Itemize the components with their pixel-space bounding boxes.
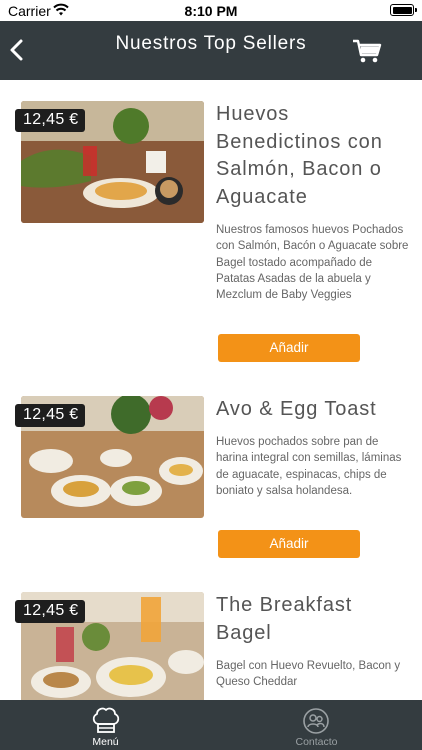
product-card: 12,45 € Avo & Egg Toast Huevos pochados … [0, 375, 422, 571]
product-card: 12,45 € The Breakfast Bagel Bagel con Hu… [0, 571, 422, 700]
product-name: Avo & Egg Toast [216, 398, 377, 420]
product-card: 12,45 € Huevos Benedictinos con Salmón, … [0, 80, 422, 375]
navigation-bar: Nuestros Top Sellers [0, 21, 422, 80]
price-badge: 12,45 € [15, 600, 86, 623]
product-name: Huevos Benedictinos con Salmón, Bacon o … [216, 103, 383, 208]
product-description: Huevos pochados sobre pan de harina inte… [216, 436, 402, 497]
contact-people-icon [303, 708, 329, 734]
tab-contact[interactable]: Contacto [211, 700, 422, 750]
product-description: Nuestros famosos huevos Pochados con Sal… [216, 224, 409, 302]
cart-icon[interactable] [352, 37, 382, 65]
tab-contact-label: Contacto [295, 736, 338, 748]
tab-menu[interactable]: Menú [0, 700, 211, 750]
tab-menu-label: Menú [92, 736, 119, 748]
clock: 8:10 PM [184, 3, 238, 19]
add-to-cart-button[interactable]: Añadir [218, 530, 360, 558]
product-description: Bagel con Huevo Revuelto, Bacon y Queso … [216, 660, 401, 689]
top-sellers-list[interactable]: 12,45 € Huevos Benedictinos con Salmón, … [0, 80, 422, 700]
chef-hat-icon [92, 707, 120, 733]
tab-bar: Menú Contacto [0, 700, 422, 750]
add-to-cart-button[interactable]: Añadir [218, 334, 360, 362]
status-bar: Carrier 8:10 PM [0, 0, 422, 21]
battery-icon [390, 4, 417, 16]
price-badge: 12,45 € [15, 404, 86, 427]
price-badge: 12,45 € [15, 109, 86, 132]
product-name: The Breakfast Bagel [216, 594, 353, 644]
